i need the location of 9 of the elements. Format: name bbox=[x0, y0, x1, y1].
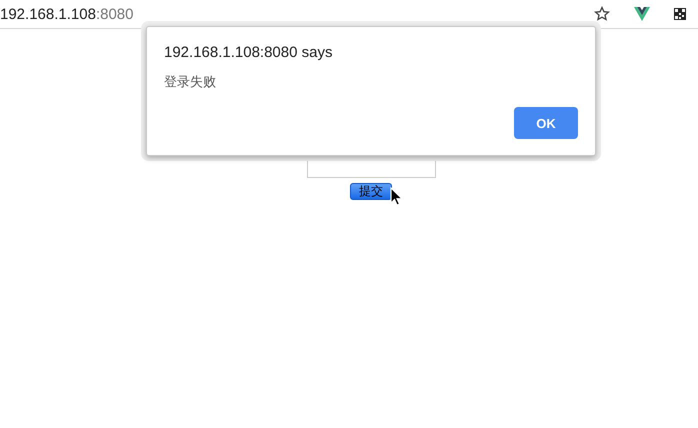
submit-button[interactable]: 提交 bbox=[350, 183, 392, 200]
ok-button[interactable]: OK bbox=[514, 107, 578, 139]
star-icon[interactable] bbox=[594, 6, 610, 22]
qr-code-icon[interactable] bbox=[674, 8, 686, 20]
pointer-cursor-icon bbox=[390, 187, 403, 206]
alert-title: 192.168.1.108:8080 says bbox=[164, 44, 334, 61]
address-bar-url[interactable]: 192.168.1.108:8080 bbox=[0, 6, 134, 22]
v-logo-icon[interactable] bbox=[634, 7, 650, 21]
alert-message: 登录失败 bbox=[164, 74, 217, 91]
